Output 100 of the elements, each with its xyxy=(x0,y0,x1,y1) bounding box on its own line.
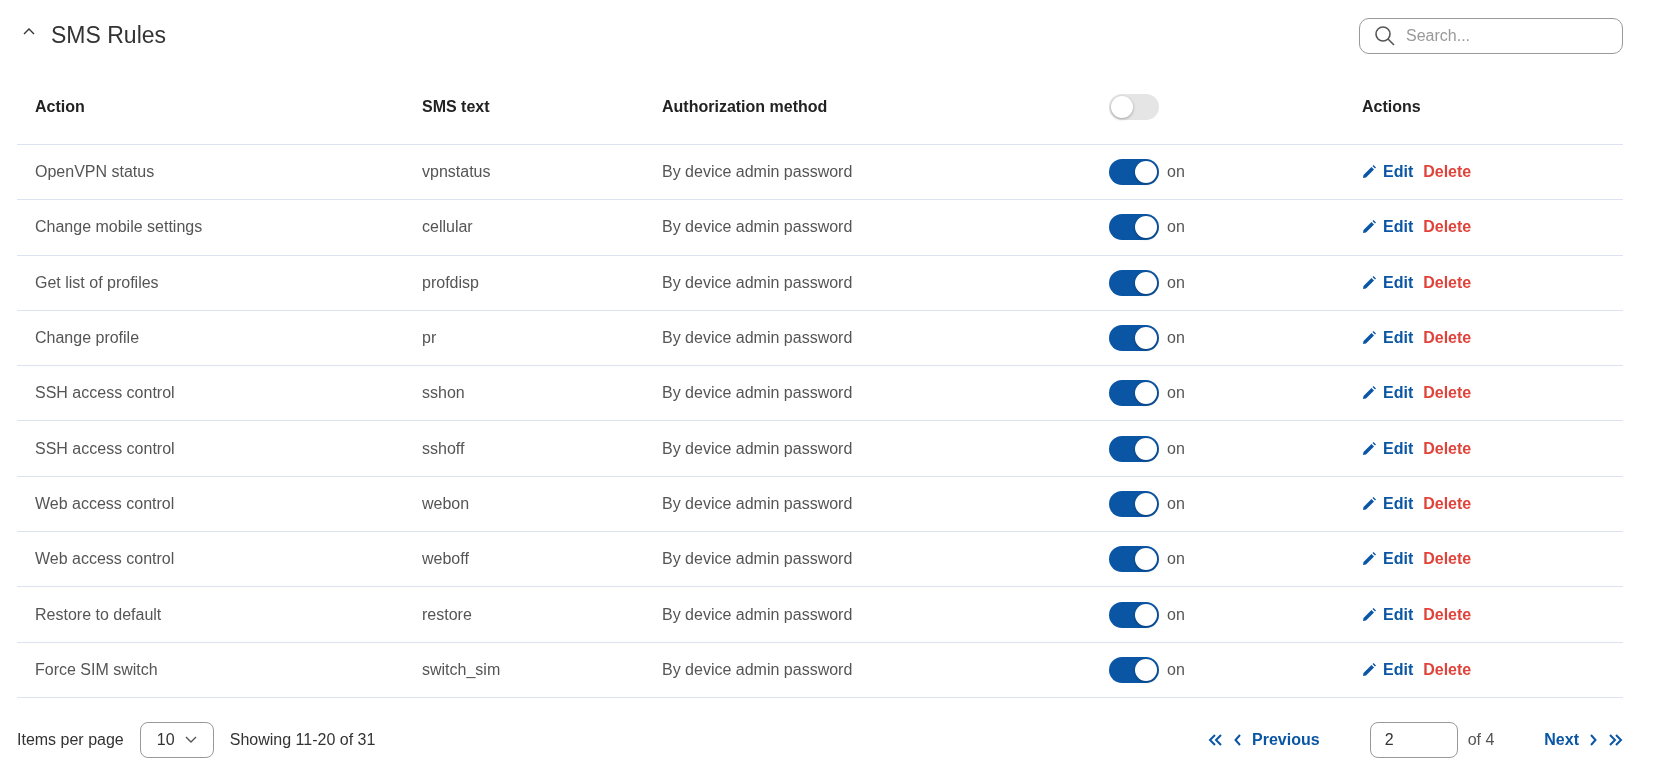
toggle-all-switch[interactable] xyxy=(1109,94,1159,120)
toggle-switch[interactable] xyxy=(1109,490,1159,517)
toggle-state-label: on xyxy=(1167,273,1185,292)
pencil-icon xyxy=(1362,220,1376,235)
delete-link[interactable]: Delete xyxy=(1423,384,1472,403)
table-cell-text: sshon xyxy=(422,384,466,403)
table-cell-text: By device admin password xyxy=(662,494,854,513)
chevron-right-icon xyxy=(1589,734,1597,747)
pencil-icon xyxy=(1362,662,1376,677)
edit-link[interactable]: Edit xyxy=(1362,605,1414,624)
table-cell-text: By device admin password xyxy=(662,218,854,237)
toggle-switch[interactable] xyxy=(1109,269,1159,296)
table-cell-text: SSH access control xyxy=(35,439,176,458)
edit-link[interactable]: Edit xyxy=(1362,494,1414,513)
toggle-state-label: on xyxy=(1167,439,1185,458)
pencil-icon xyxy=(1362,552,1376,567)
table-cell-text: SSH access control xyxy=(35,384,176,403)
toggle-state-label: on xyxy=(1167,163,1185,182)
edit-link[interactable]: Edit xyxy=(1362,273,1414,292)
pencil-icon xyxy=(1362,386,1376,401)
edit-link[interactable]: Edit xyxy=(1362,550,1414,569)
toggle-switch[interactable] xyxy=(1109,214,1159,241)
showing-count: Showing 11-20 of 31 xyxy=(229,731,376,750)
delete-link[interactable]: Delete xyxy=(1423,660,1472,679)
table-cell-text: switch_sim xyxy=(422,660,502,679)
edit-link[interactable]: Edit xyxy=(1362,439,1414,458)
section-title: SMS Rules xyxy=(51,21,167,49)
toggle-state-label: on xyxy=(1167,550,1185,569)
table-cell-text: pr xyxy=(422,329,438,348)
table-cell-text: By device admin password xyxy=(662,550,854,569)
items-per-page-dropdown[interactable]: 10 xyxy=(139,722,214,759)
table-cell-text: weboff xyxy=(422,550,470,569)
toggle-switch[interactable] xyxy=(1109,601,1159,628)
page-count: of 4 xyxy=(1467,731,1495,750)
page-number-field[interactable]: 2 xyxy=(1369,722,1458,759)
table-cell-text: Restore to default xyxy=(35,605,163,624)
collapse-chevron-icon[interactable] xyxy=(23,27,35,35)
chevron-left-icon xyxy=(1234,734,1243,747)
pencil-icon xyxy=(1362,441,1376,456)
toggle-switch[interactable] xyxy=(1109,656,1159,683)
table-cell-text: Change mobile settings xyxy=(35,218,204,237)
edit-link[interactable]: Edit xyxy=(1362,163,1414,182)
table-cell-text: By device admin password xyxy=(662,163,854,182)
toggle-switch[interactable] xyxy=(1109,435,1159,462)
pencil-icon xyxy=(1362,496,1376,511)
column-header: Action xyxy=(35,98,86,116)
table-cell-text: Change profile xyxy=(35,329,141,348)
table-cell-text: Force SIM switch xyxy=(35,660,159,679)
table-cell-text: Web access control xyxy=(35,494,176,513)
first-page-icon[interactable] xyxy=(1208,734,1225,747)
delete-link[interactable]: Delete xyxy=(1423,218,1472,237)
delete-link[interactable]: Delete xyxy=(1423,163,1472,182)
table-cell-text: By device admin password xyxy=(662,273,854,292)
pencil-icon xyxy=(1362,275,1376,290)
search-field[interactable]: Search... xyxy=(1359,18,1623,54)
delete-link[interactable]: Delete xyxy=(1423,439,1472,458)
toggle-switch[interactable] xyxy=(1109,380,1159,407)
table-cell-text: vpnstatus xyxy=(422,163,492,182)
delete-link[interactable]: Delete xyxy=(1423,550,1472,569)
toggle-state-label: on xyxy=(1167,384,1185,403)
edit-link[interactable]: Edit xyxy=(1362,660,1414,679)
toggle-state-label: on xyxy=(1167,329,1185,348)
table-cell-text: By device admin password xyxy=(662,439,854,458)
pencil-icon xyxy=(1362,165,1376,180)
chevron-down-icon xyxy=(184,736,197,745)
edit-link[interactable]: Edit xyxy=(1362,218,1414,237)
table-cell-text: webon xyxy=(422,494,471,513)
items-per-page-label: Items per page xyxy=(17,731,124,750)
table-cell-text: profdisp xyxy=(422,273,480,292)
delete-link[interactable]: Delete xyxy=(1423,494,1472,513)
toggle-switch[interactable] xyxy=(1109,159,1159,186)
table-cell-text: Get list of profiles xyxy=(35,273,160,292)
table-cell-text: By device admin password xyxy=(662,605,854,624)
table-cell-text: By device admin password xyxy=(662,660,854,679)
table-cell-text: By device admin password xyxy=(662,329,854,348)
toggle-switch[interactable] xyxy=(1109,325,1159,352)
next-link[interactable]: Next xyxy=(1544,731,1597,750)
toggle-switch[interactable] xyxy=(1109,546,1159,573)
previous-link[interactable]: Previous xyxy=(1234,731,1320,750)
delete-link[interactable]: Delete xyxy=(1423,605,1472,624)
table-cell-text: restore xyxy=(422,605,473,624)
table-cell-text: OpenVPN status xyxy=(35,163,156,182)
table-cell-text: sshoff xyxy=(422,439,466,458)
column-header: SMS text xyxy=(422,98,491,116)
table-cell-text: Web access control xyxy=(35,550,176,569)
column-header: Actions xyxy=(1362,98,1422,116)
pencil-icon xyxy=(1362,607,1376,622)
table-cell-text: By device admin password xyxy=(662,384,854,403)
column-header: Authorization method xyxy=(662,98,829,116)
delete-link[interactable]: Delete xyxy=(1423,329,1472,348)
edit-link[interactable]: Edit xyxy=(1362,329,1414,348)
toggle-state-label: on xyxy=(1167,660,1185,679)
pencil-icon xyxy=(1362,331,1376,346)
table-cell-text: cellular xyxy=(422,218,474,237)
last-page-icon[interactable] xyxy=(1607,734,1623,747)
toggle-state-label: on xyxy=(1167,605,1185,624)
toggle-state-label: on xyxy=(1167,494,1185,513)
edit-link[interactable]: Edit xyxy=(1362,384,1414,403)
delete-link[interactable]: Delete xyxy=(1423,273,1472,292)
toggle-state-label: on xyxy=(1167,218,1185,237)
